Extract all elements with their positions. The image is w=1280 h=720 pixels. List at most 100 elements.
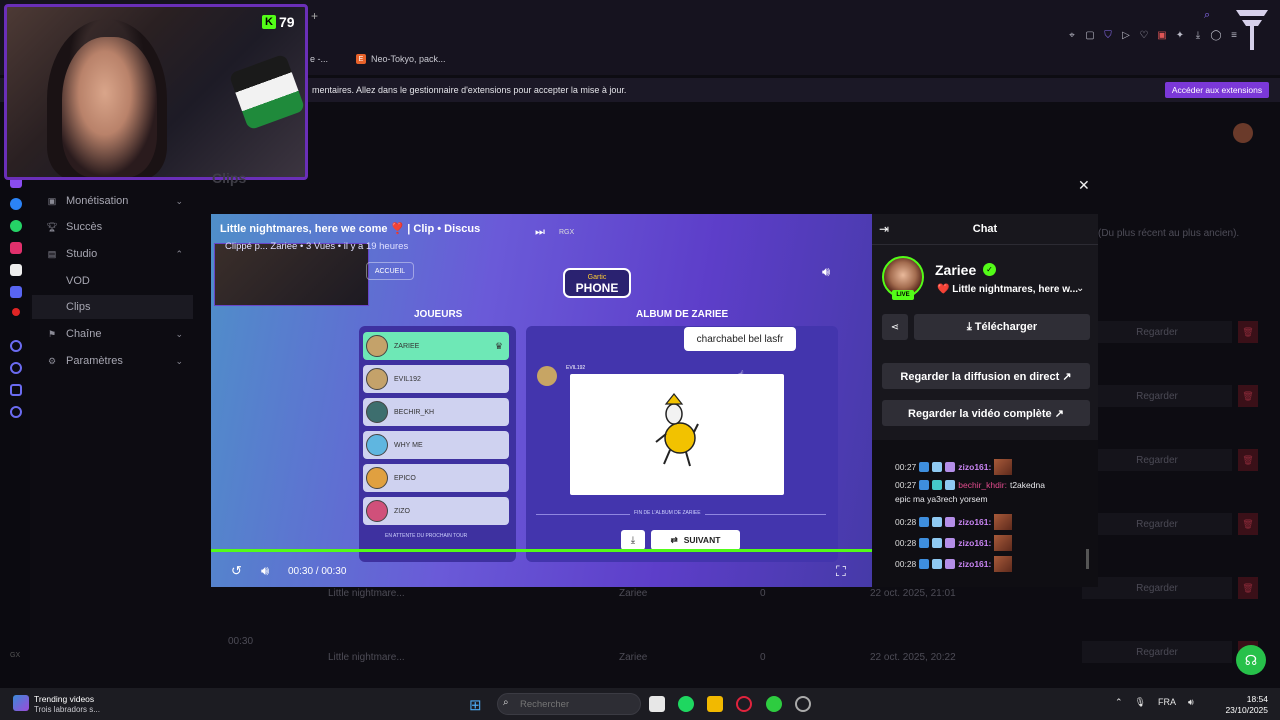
language-indicator[interactable]: FRA (1158, 697, 1176, 708)
download-icon[interactable]: ⤓ (1192, 30, 1204, 41)
emote-icon (994, 459, 1013, 475)
e-icon: E (356, 54, 367, 64)
extension-badge-icon[interactable]: ▣ (1156, 30, 1168, 41)
sidebar-item-studio[interactable]: ▤ Studio ⌃ (32, 242, 193, 266)
player-icon[interactable] (10, 340, 22, 352)
watch-button[interactable]: Regarder (1082, 449, 1232, 471)
puzzle-icon[interactable]: ✦ (1174, 30, 1186, 41)
profile-icon[interactable]: ◯ (1210, 30, 1222, 41)
screenshot-icon[interactable]: ▢ (1084, 30, 1096, 41)
trending-title[interactable]: Trending videos (34, 694, 94, 704)
player-name: EPICO (394, 474, 416, 482)
delete-icon[interactable]: 🗑︎ (1238, 449, 1258, 471)
help-button[interactable]: ☊ (1236, 645, 1266, 675)
chat-message: 00:28 zizo161: (895, 514, 1013, 530)
settings-app-icon[interactable] (795, 696, 811, 712)
video-webcam-inset (214, 243, 369, 306)
verified-icon: ✓ (983, 263, 996, 276)
chevron-down-icon: ⌄ (175, 355, 183, 366)
player-name: EVIL192 (394, 375, 421, 383)
shield-icon[interactable]: ⛉ (1102, 30, 1114, 41)
sidebar-item-parametres[interactable]: ⚙ Paramètres ⌄ (32, 349, 193, 373)
folder-icon[interactable] (707, 696, 723, 712)
bookmark-item[interactable]: E Neo-Tokyo, pack... (356, 54, 446, 64)
trending-videos-icon[interactable] (13, 695, 29, 711)
sidebar-item-monetisation[interactable]: ▣ Monétisation ⌄ (32, 189, 193, 213)
drawing-author: EVIL192 (566, 365, 586, 371)
chat-message: 00:28 zizo161: (895, 556, 1013, 572)
watch-full-video-button[interactable]: Regarder la vidéo complète ↗ (882, 400, 1090, 426)
watch-button[interactable]: Regarder (1082, 385, 1232, 407)
pin-icon[interactable]: ⌖ (1066, 30, 1078, 41)
record-icon[interactable] (12, 308, 20, 316)
messenger-icon[interactable] (10, 198, 22, 210)
close-icon[interactable]: ✕ (1078, 177, 1090, 194)
clip-views: 0 (760, 588, 766, 599)
history-icon[interactable] (10, 384, 22, 396)
player-avatar (366, 467, 388, 489)
share-button[interactable]: ⋖ (882, 314, 908, 340)
trending-subtitle[interactable]: Trois labradors s... (34, 705, 100, 714)
live-badge: LIVE (892, 290, 914, 300)
sidebar-item-succes[interactable]: 🏆︎ Succès (32, 215, 193, 239)
message-user[interactable]: zizo161: (958, 462, 991, 472)
emote-icon (994, 556, 1013, 572)
spotify-icon[interactable] (678, 696, 694, 712)
play-icon[interactable]: ▷ (1120, 30, 1132, 41)
discord-icon[interactable] (10, 286, 22, 298)
sub-badge-icon (945, 462, 956, 472)
chat-title: Chat (972, 223, 998, 235)
fullscreen-icon[interactable]: ⛶ (836, 563, 846, 580)
microphone-icon[interactable]: 🎙︎ (1135, 697, 1146, 708)
message-user[interactable]: zizo161: (958, 517, 991, 527)
emote-icon (994, 535, 1013, 551)
rgx-label: RGX (559, 229, 575, 236)
gaming-app-icon[interactable] (766, 696, 782, 712)
new-tab-button[interactable]: + (311, 9, 318, 23)
skip-icon[interactable]: ⏭ (535, 226, 545, 239)
sidebar-item-vod[interactable]: VOD (32, 269, 193, 293)
chat-scrollbar[interactable] (1086, 549, 1089, 569)
delete-icon[interactable]: 🗑︎ (1238, 321, 1258, 343)
watch-button[interactable]: Regarder (1082, 321, 1232, 343)
avatar[interactable] (1233, 123, 1253, 143)
clock-date[interactable]: 23/10/2025 (1222, 705, 1268, 715)
message-user[interactable]: zizo161: (958, 559, 991, 569)
chevron-up-icon[interactable]: ⌃ (1115, 697, 1123, 708)
sidebar-item-clips[interactable]: Clips (32, 295, 193, 319)
chat-divider (872, 244, 1098, 245)
volume-icon[interactable]: 🔊︎ (1188, 697, 1194, 708)
bookmark-item[interactable]: e -... (310, 54, 328, 64)
tiktok-icon[interactable] (10, 264, 22, 276)
watch-live-button[interactable]: Regarder la diffusion en direct ↗ (882, 363, 1090, 389)
opera-gx-icon[interactable] (736, 696, 752, 712)
streamer-name[interactable]: Zariee (935, 262, 976, 278)
download-button[interactable]: ⤓ Télécharger (914, 314, 1090, 340)
taskbar-search-input[interactable] (497, 693, 641, 715)
browser-logo-icon (1234, 6, 1270, 50)
windows-start-icon[interactable]: ⊞ (469, 696, 482, 714)
watch-button[interactable]: Regarder (1082, 513, 1232, 535)
video-time: 00:30 / 00:30 (288, 566, 347, 577)
heart-icon[interactable]: ♡ (1138, 30, 1150, 41)
delete-icon[interactable]: 🗑︎ (1238, 385, 1258, 407)
whatsapp-icon[interactable] (10, 220, 22, 232)
clock-time[interactable]: 18:54 (1222, 694, 1268, 704)
message-user[interactable]: zizo161: (958, 538, 991, 548)
message-user[interactable]: bechir_khdir: (958, 480, 1007, 490)
delete-icon[interactable]: 🗑︎ (1238, 513, 1258, 535)
file-explorer-icon[interactable] (649, 696, 665, 712)
table-row[interactable]: 00:30 Little nightmare... Zariee 0 22 oc… (212, 636, 1262, 674)
settings-icon[interactable] (10, 406, 22, 418)
instagram-icon[interactable] (10, 242, 22, 254)
sidebar-item-chaine[interactable]: ⚑ Chaîne ⌄ (32, 322, 193, 346)
clock-icon[interactable] (10, 362, 22, 374)
player-avatar (366, 500, 388, 522)
video-progress-bar[interactable] (211, 549, 872, 552)
chevron-down-icon[interactable]: ⌄ (1076, 283, 1084, 294)
open-extensions-button[interactable]: Accéder aux extensions (1165, 82, 1269, 98)
chat-message: 00:27 bechir_khdir: t2akedna (895, 480, 1045, 490)
volume-icon[interactable]: 🔊︎ (261, 563, 269, 579)
replay-icon[interactable]: ↺ (231, 563, 242, 579)
search-icon[interactable]: ⌕ (1204, 9, 1210, 22)
